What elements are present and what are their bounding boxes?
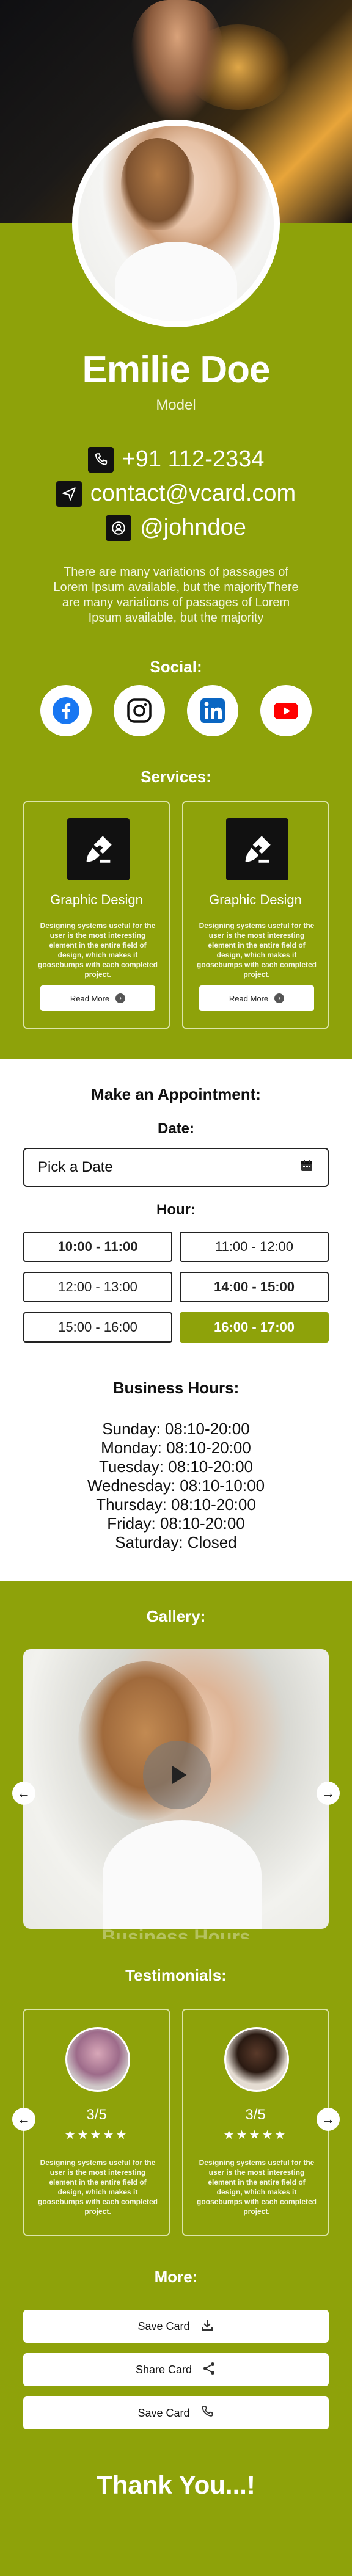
instagram-icon[interactable] [114, 685, 165, 736]
time-slot[interactable]: 15:00 - 16:00 [23, 1312, 172, 1343]
save-contact-label: Save Card [138, 2406, 190, 2419]
time-slot[interactable]: 14:00 - 15:00 [180, 1272, 329, 1302]
business-hours-title: Business Hours: [112, 1379, 240, 1397]
testimonial-text: Designing systems useful for the user is… [37, 2158, 158, 2216]
time-slots: 10:00 - 11:00 11:00 - 12:00 12:00 - 13:0… [23, 1232, 329, 1343]
services-list: Graphic Design Designing systems useful … [23, 801, 329, 1029]
share-card-button[interactable]: Share Card [23, 2353, 329, 2386]
testimonial-next-button[interactable]: → [317, 2108, 340, 2131]
service-title: Graphic Design [50, 892, 143, 907]
date-label: Date: [157, 1120, 194, 1137]
service-card: Graphic Design Designing systems useful … [23, 801, 170, 1029]
hour-label: Hour: [156, 1202, 196, 1218]
hours-line: Sunday: 08:10-20:00 [102, 1420, 250, 1438]
send-icon [56, 481, 82, 507]
profile-role: Model [156, 397, 196, 413]
download-icon [200, 2318, 215, 2335]
share-card-label: Share Card [135, 2363, 193, 2376]
thank-you-text: Thank You...! [97, 2470, 255, 2499]
linkedin-icon[interactable] [187, 685, 238, 736]
social-title: Social: [150, 658, 202, 676]
hours-line: Saturday: Closed [115, 1533, 237, 1551]
time-slot-selected[interactable]: 16:00 - 17:00 [180, 1312, 329, 1343]
hours-line: Friday: 08:10-20:00 [107, 1514, 245, 1533]
arrow-left-icon: ← [17, 2111, 31, 2127]
email-contact[interactable]: contact@vcard.com [0, 481, 352, 507]
handle-text[interactable]: @johndoe [140, 515, 246, 541]
business-hours-list: Sunday: 08:10-20:00 Monday: 08:10-20:00 … [0, 1420, 352, 1552]
star-rating-icon: ★★★★★ [223, 2128, 288, 2142]
testimonial-text: Designing systems useful for the user is… [196, 2158, 317, 2216]
arrow-right-icon: › [116, 993, 126, 1003]
calendar-icon [299, 1158, 314, 1177]
arrow-right-icon: → [321, 2111, 335, 2127]
service-desc: Designing systems useful for the user is… [37, 921, 158, 979]
gallery-prev-button[interactable]: ← [12, 1782, 35, 1805]
services-title: Services: [141, 767, 211, 786]
play-icon[interactable] [143, 1741, 211, 1809]
handle-contact[interactable]: @johndoe [0, 515, 352, 541]
testimonials-title: Testimonials: [125, 1966, 227, 1984]
gallery-title: Gallery: [146, 1607, 206, 1625]
about-text: There are many variations of passages of… [53, 565, 299, 625]
facebook-icon[interactable] [40, 685, 92, 736]
user-icon [106, 515, 132, 541]
gallery-next-button[interactable]: → [317, 1782, 340, 1805]
hours-line: Thursday: 08:10-20:00 [96, 1495, 256, 1514]
service-title: Graphic Design [209, 892, 302, 907]
more-title: More: [154, 2268, 198, 2286]
date-placeholder: Pick a Date [38, 1159, 113, 1175]
phone-contact[interactable]: +91 112-2334 [0, 446, 352, 473]
avatar [224, 2027, 289, 2092]
avatar [65, 2027, 130, 2092]
time-slot[interactable]: 11:00 - 12:00 [180, 1232, 329, 1262]
ghost-text: Business Hours [101, 1926, 251, 1939]
testimonial-card: 3/5 ★★★★★ Designing systems useful for t… [23, 2009, 170, 2236]
testimonials-list: 3/5 ★★★★★ Designing systems useful for t… [23, 2009, 329, 2236]
star-rating-icon: ★★★★★ [64, 2128, 129, 2142]
email-text[interactable]: contact@vcard.com [90, 481, 296, 507]
save-card-button[interactable]: Save Card [23, 2310, 329, 2343]
hours-line: Monday: 08:10-20:00 [101, 1439, 251, 1457]
phone-icon [87, 446, 114, 473]
save-contact-button[interactable]: Save Card [23, 2396, 329, 2429]
phone-icon [200, 2404, 215, 2422]
arrow-left-icon: ← [17, 1785, 31, 1801]
time-slot[interactable]: 12:00 - 13:00 [23, 1272, 172, 1302]
read-more-button[interactable]: Read More › [199, 985, 314, 1011]
appointment-title: Make an Appointment: [91, 1085, 261, 1103]
testimonial-rating: 3/5 [86, 2106, 107, 2123]
arrow-right-icon: › [274, 993, 285, 1003]
service-card: Graphic Design Designing systems useful … [182, 801, 329, 1029]
brush-icon [67, 818, 130, 880]
profile-name: Emilie Doe [82, 349, 271, 391]
youtube-icon[interactable] [260, 685, 312, 736]
brush-icon [226, 818, 288, 880]
share-icon [202, 2361, 216, 2379]
testimonial-rating: 3/5 [245, 2106, 266, 2123]
testimonial-prev-button[interactable]: ← [12, 2108, 35, 2131]
arrow-right-icon: → [321, 1785, 335, 1801]
time-slot[interactable]: 10:00 - 11:00 [23, 1232, 172, 1262]
profile-avatar [72, 120, 280, 327]
read-more-label: Read More [70, 993, 110, 1003]
service-desc: Designing systems useful for the user is… [196, 921, 317, 979]
social-links [0, 685, 352, 736]
testimonial-card: 3/5 ★★★★★ Designing systems useful for t… [182, 2009, 329, 2236]
phone-text[interactable]: +91 112-2334 [122, 446, 265, 473]
save-card-label: Save Card [138, 2320, 190, 2332]
read-more-label: Read More [229, 993, 269, 1003]
gallery-image[interactable] [23, 1649, 329, 1929]
hours-line: Tuesday: 08:10-20:00 [99, 1457, 253, 1476]
read-more-button[interactable]: Read More › [40, 985, 155, 1011]
hours-line: Wednesday: 08:10-10:00 [87, 1476, 265, 1495]
date-picker-input[interactable]: Pick a Date [23, 1148, 329, 1187]
